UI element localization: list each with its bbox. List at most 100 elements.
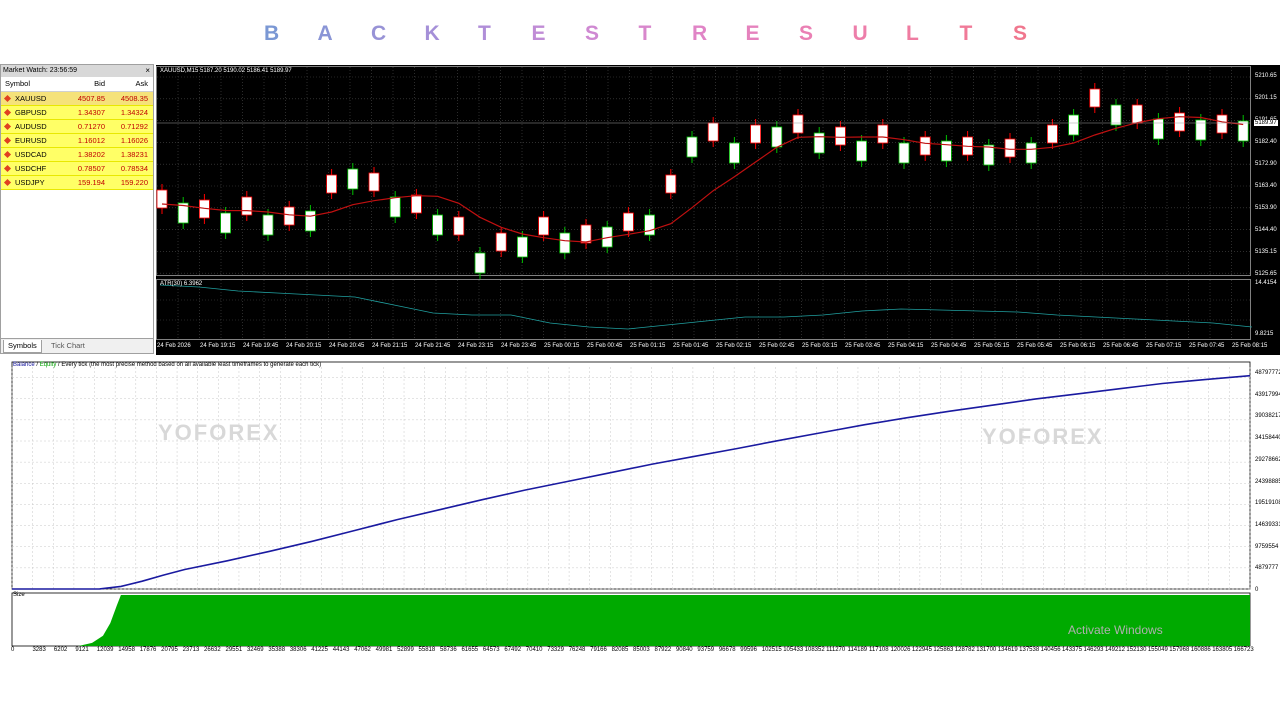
candle-body: [1004, 138, 1016, 158]
symbol-row[interactable]: USDCHF 0.78507 0.78534: [1, 162, 153, 176]
deal-tick-label: 108352: [804, 647, 825, 653]
candle-body: [432, 214, 444, 236]
tester-graph: Balance / Equity / Every tick (the most …: [10, 361, 1280, 656]
symbol-diamond-icon: [3, 108, 12, 117]
price-tick-label: 5135.15: [1255, 249, 1277, 255]
ask-price: 1.34324: [120, 108, 148, 117]
symbol-diamond-icon: [3, 164, 12, 173]
time-tick-label: 25 Feb 05:15: [974, 343, 1010, 349]
market-watch-rows: XAUUSD 4507.85 4508.35 GBPUSD 1.34307 1.34324…: [1, 92, 153, 190]
deal-tick-label: 58736: [440, 647, 457, 653]
candle-body: [686, 136, 698, 158]
deal-tick-label: 14958: [118, 647, 135, 653]
deal-tick-label: 23713: [182, 647, 200, 653]
chart-info: XAUUSD,M15 5187.20 5190.02 5186.41 5189.…: [160, 68, 292, 74]
price-tick-label: 5153.90: [1255, 205, 1277, 211]
symbol-row[interactable]: XAUUSD 4507.85 4508.35: [1, 92, 153, 106]
balance-tick-label: 48797772: [1255, 370, 1280, 376]
legend-method: / Every tick (the most precise method ba…: [56, 362, 322, 368]
deal-tick-label: 146293: [1083, 647, 1104, 653]
symbol-name: USDCHF: [15, 164, 47, 173]
deal-tick-label: 122945: [911, 647, 932, 653]
ask-price: 4508.35: [120, 94, 148, 103]
candle-body: [877, 124, 889, 144]
deal-tick-label: 55818: [418, 647, 436, 653]
deal-tick-label: 114189: [847, 647, 868, 653]
market-watch-columns: Symbol Bid Ask: [1, 77, 153, 92]
tab-tick-chart[interactable]: Tick Chart: [47, 340, 89, 352]
column-symbol[interactable]: Symbol: [5, 77, 30, 91]
deal-tick-label: 35388: [268, 647, 286, 653]
deal-tick-label: 17876: [139, 647, 157, 653]
price-chart-canvas[interactable]: [156, 65, 1280, 355]
symbol-row[interactable]: GBPUSD 1.34307 1.34324: [1, 106, 153, 120]
legend-equity: Equity: [39, 362, 57, 368]
atr-line: [159, 284, 1253, 330]
balance-tick-label: 34158440: [1255, 435, 1280, 442]
candle-body: [622, 212, 634, 232]
time-tick-label: 24 Feb 20:15: [286, 343, 322, 349]
candle-body: [347, 168, 359, 190]
price-tick-label: 5144.40: [1255, 227, 1277, 233]
balance-tick-label: 43917994: [1255, 391, 1280, 398]
candle-body: [474, 252, 486, 274]
deal-tick-label: 82085: [611, 647, 629, 653]
deal-tick-label: 160886: [1190, 647, 1211, 653]
price-tick-label: 5163.40: [1255, 183, 1277, 189]
atr-tick-label: 14.4154: [1255, 280, 1277, 286]
deal-tick-label: 96678: [718, 647, 736, 653]
title-letter: S: [1013, 22, 1028, 45]
market-watch-header: Market Watch: 23:56:59 ×: [1, 65, 153, 77]
deal-tick-label: 70410: [525, 647, 543, 653]
time-tick-label: 25 Feb 00:45: [587, 343, 623, 349]
bid-price: 0.78507: [77, 164, 105, 173]
time-tick-label: 25 Feb 06:45: [1103, 343, 1139, 349]
deal-tick-label: 0: [11, 647, 15, 653]
time-tick-label: 25 Feb 01:15: [630, 343, 666, 349]
close-icon[interactable]: ×: [145, 65, 150, 77]
symbol-diamond-icon: [3, 150, 12, 159]
title-letter: T: [959, 22, 973, 45]
deal-tick-label: 140456: [1040, 647, 1061, 653]
candle-body: [813, 132, 825, 154]
title-letter: C: [371, 22, 387, 45]
deal-tick-label: 152130: [1126, 647, 1147, 653]
price-chart[interactable]: XAUUSD,M15 5187.20 5190.02 5186.41 5189.…: [156, 65, 1280, 355]
title-letter: S: [799, 22, 814, 45]
candle-body: [792, 114, 804, 134]
time-tick-label: 25 Feb 06:15: [1060, 343, 1096, 349]
deal-tick-label: 117108: [869, 647, 889, 653]
time-tick-label: 25 Feb 00:15: [544, 343, 580, 349]
balance-tick-label: 39038217: [1255, 413, 1280, 420]
bid-price: 4507.85: [77, 94, 105, 103]
symbol-row[interactable]: EURUSD 1.16012 1.16026: [1, 134, 153, 148]
market-watch-title: Market Watch: 23:56:59: [3, 67, 78, 74]
balance-tick-label: 19519108: [1255, 500, 1280, 507]
deal-tick-label: 61655: [461, 647, 479, 653]
candle-body: [1153, 118, 1164, 140]
symbol-diamond-icon: [3, 94, 12, 103]
candle-body: [919, 136, 931, 156]
time-tick-label: 24 Feb 23:15: [458, 343, 494, 349]
bid-price: 1.38202: [77, 150, 105, 159]
deal-tick-label: 9121: [75, 647, 89, 653]
balance-tick-label: 4879777: [1255, 565, 1279, 572]
symbol-row[interactable]: AUDUSD 0.71270 0.71292: [1, 120, 153, 134]
deal-tick-label: 26632: [204, 647, 221, 653]
atr-tick-label: 9.8215: [1255, 331, 1274, 337]
time-tick-label: 24 Feb 23:45: [501, 343, 537, 349]
atr-label: ATR(30) 6.3962: [160, 281, 203, 287]
bid-price: 159.194: [77, 178, 105, 187]
time-tick-label: 25 Feb 02:15: [716, 343, 752, 349]
symbol-row[interactable]: USDCAD 1.38202 1.38231: [1, 148, 153, 162]
price-tick-label: 5201.15: [1255, 95, 1277, 101]
column-bid[interactable]: Bid: [94, 77, 105, 91]
deal-tick-label: 38306: [289, 647, 307, 653]
time-tick-label: 25 Feb 08:15: [1232, 343, 1268, 349]
deal-tick-label: 44143: [332, 647, 350, 653]
deal-tick-label: 120026: [890, 647, 911, 653]
tab-symbols[interactable]: Symbols: [3, 340, 42, 353]
time-tick-label: 25 Feb 04:15: [888, 343, 924, 349]
symbol-row[interactable]: USDJPY 159.194 159.220: [1, 176, 153, 190]
column-ask[interactable]: Ask: [135, 77, 148, 91]
